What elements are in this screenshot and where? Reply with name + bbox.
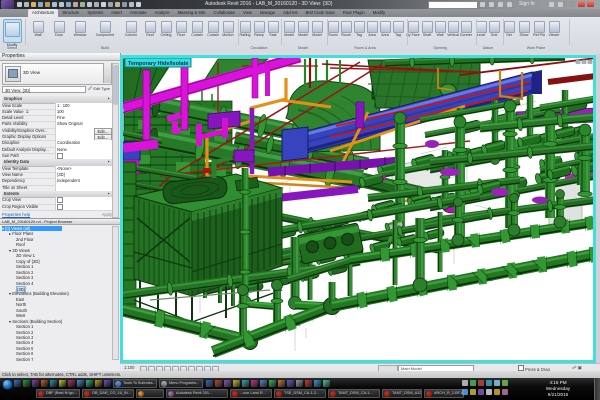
svg-text:Temporary Hide/Isolate: Temporary Hide/Isolate (128, 61, 188, 67)
